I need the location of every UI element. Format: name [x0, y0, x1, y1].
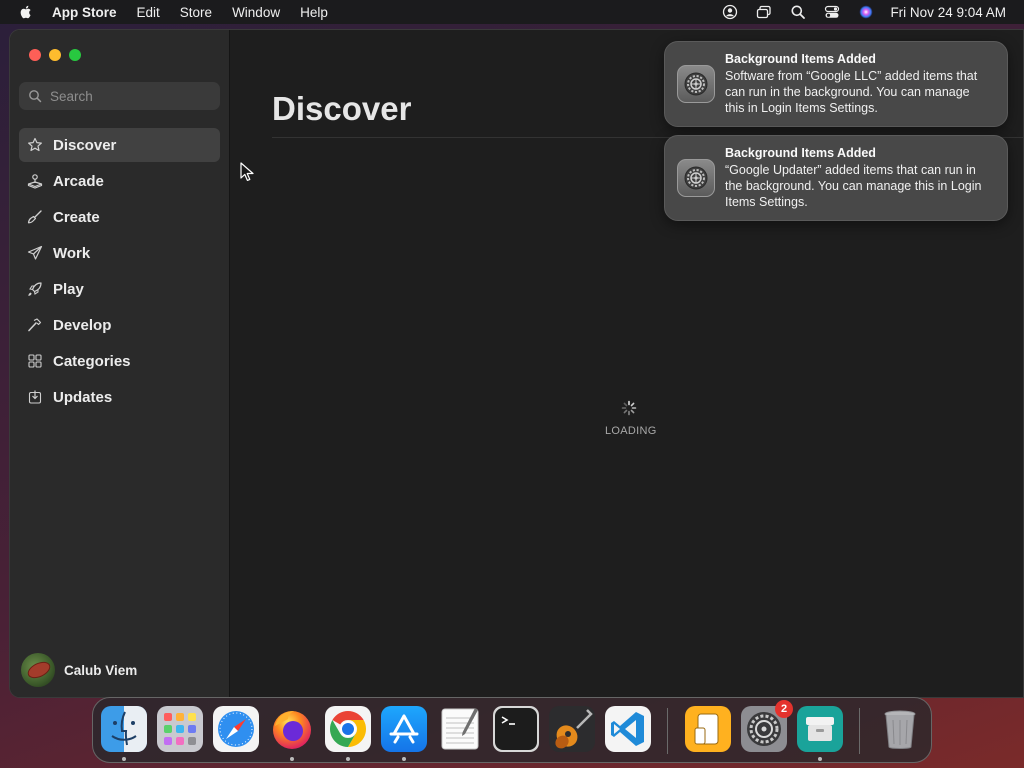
spotlight-search-icon[interactable] [790, 4, 806, 20]
menu-help[interactable]: Help [300, 5, 328, 20]
close-window-button[interactable] [29, 49, 41, 61]
notification-badge: 2 [775, 700, 793, 718]
sidebar: Discover Arcade Create [10, 30, 230, 697]
grid-icon [28, 354, 42, 368]
sidebar-item-play[interactable]: Play [19, 272, 220, 306]
sidebar-item-categories[interactable]: Categories [19, 344, 220, 378]
dock-textedit[interactable] [437, 706, 483, 752]
user-account-icon[interactable] [722, 4, 738, 20]
hammer-icon [28, 318, 42, 332]
vscode-icon [605, 706, 651, 752]
sidebar-item-label: Work [53, 244, 91, 262]
star-icon [28, 137, 42, 152]
notification-background-items-1[interactable]: Background Items Added Software from “Go… [664, 41, 1008, 127]
search-field[interactable] [19, 82, 220, 110]
page-title: Discover [272, 90, 412, 127]
sidebar-item-create[interactable]: Create [19, 200, 220, 234]
joystick-icon [27, 174, 43, 189]
launchpad-icon [157, 706, 203, 752]
notification-background-items-2[interactable]: Background Items Added “Google Updater” … [664, 135, 1008, 221]
dock-trash[interactable] [877, 706, 923, 752]
sidebar-item-arcade[interactable]: Arcade [19, 164, 220, 198]
loading-label: LOADING [605, 425, 657, 437]
dock-finder[interactable] [101, 706, 147, 761]
zoom-window-button[interactable] [69, 49, 81, 61]
dock-garageband[interactable] [549, 706, 595, 752]
sidebar-item-label: Discover [53, 136, 117, 154]
app-store-window: Discover Arcade Create [9, 29, 1024, 698]
main-content: Discover LOADING [231, 30, 1023, 697]
mouse-pointer-icon [240, 162, 254, 181]
dock-vscode[interactable] [605, 706, 651, 752]
account-name: Calub Viem [64, 662, 138, 678]
menu-bar: App Store Edit Store Window Help Fri Nov… [0, 0, 1024, 24]
menu-app-name[interactable]: App Store [52, 5, 117, 20]
dock-system-settings[interactable]: 2 [741, 700, 793, 752]
rocket-icon [28, 282, 42, 296]
dock-terminal[interactable] [493, 706, 539, 752]
preview-icon [685, 706, 731, 752]
safari-icon [213, 706, 259, 752]
sidebar-item-label: Create [53, 208, 100, 226]
control-center-icon[interactable] [824, 4, 840, 20]
notification-title: Background Items Added [725, 146, 876, 160]
chrome-icon [325, 706, 371, 752]
menu-store[interactable]: Store [180, 5, 212, 20]
garageband-guitar-icon [549, 706, 595, 752]
screen-mirroring-icon[interactable] [756, 4, 772, 20]
system-settings-gear-icon [677, 159, 715, 197]
system-settings-gear-icon [677, 65, 715, 103]
trash-icon [884, 710, 916, 749]
dock-preview[interactable] [685, 706, 731, 752]
search-input[interactable] [50, 88, 200, 104]
sidebar-item-work[interactable]: Work [19, 236, 220, 270]
notification-title: Background Items Added [725, 52, 876, 66]
sidebar-item-label: Categories [53, 352, 131, 370]
apple-logo-icon[interactable] [18, 4, 34, 20]
download-tray-icon [28, 390, 42, 404]
siri-icon[interactable] [858, 4, 874, 20]
dock-separator [667, 708, 668, 754]
status-area: Fri Nov 24 9:04 AM [704, 0, 1006, 24]
menu-clock[interactable]: Fri Nov 24 9:04 AM [890, 5, 1006, 20]
dock-archive-utility[interactable] [797, 706, 843, 761]
paper-plane-icon [27, 245, 43, 260]
sidebar-nav: Discover Arcade Create Work Play Develop… [19, 128, 220, 416]
dock-safari[interactable] [213, 706, 259, 752]
dock-separator [859, 708, 860, 754]
sidebar-item-label: Updates [53, 388, 113, 406]
textedit-icon [441, 708, 479, 750]
dock: 2 [92, 697, 932, 763]
sidebar-item-label: Develop [53, 316, 112, 334]
sidebar-item-develop[interactable]: Develop [19, 308, 220, 342]
notification-body: Software from “Google LLC” added items t… [725, 69, 978, 115]
sidebar-item-label: Arcade [53, 172, 104, 190]
menu-window[interactable]: Window [232, 5, 280, 20]
firefox-icon [273, 711, 311, 749]
avatar [21, 653, 55, 687]
finder-icon [101, 706, 147, 752]
loading-spinner-icon [621, 400, 637, 416]
dock-launchpad[interactable] [157, 706, 203, 752]
notification-body: “Google Updater” added items that can ru… [725, 163, 982, 209]
terminal-icon [493, 706, 539, 752]
account-button[interactable]: Calub Viem [21, 653, 137, 687]
app-store-icon [381, 706, 427, 752]
window-controls [29, 49, 89, 61]
sidebar-item-updates[interactable]: Updates [19, 380, 220, 414]
menu-edit[interactable]: Edit [137, 5, 160, 20]
sidebar-item-discover[interactable]: Discover [19, 128, 220, 162]
minimize-window-button[interactable] [49, 49, 61, 61]
dock-firefox[interactable] [269, 706, 315, 761]
brush-icon [27, 210, 42, 224]
archive-utility-icon [797, 706, 843, 752]
sidebar-item-label: Play [53, 280, 84, 298]
dock-chrome[interactable] [325, 706, 371, 761]
search-icon [29, 90, 42, 103]
dock-app-store[interactable] [381, 706, 427, 761]
